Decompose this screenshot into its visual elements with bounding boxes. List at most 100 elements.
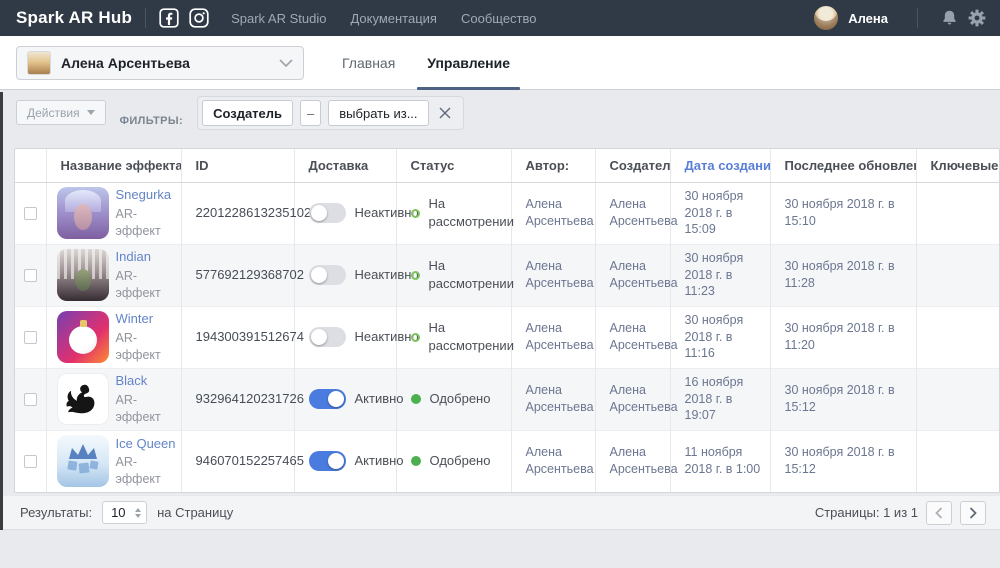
keywords-cell bbox=[916, 182, 1000, 244]
clear-filter-icon[interactable] bbox=[436, 104, 454, 122]
effect-name-link[interactable]: Snegurka bbox=[116, 186, 177, 204]
row-checkbox[interactable] bbox=[24, 269, 37, 282]
instagram-icon[interactable] bbox=[189, 8, 209, 28]
row-checkbox[interactable] bbox=[24, 455, 37, 468]
effects-table-card: Название эффекта ID Доставка Статус Авто… bbox=[14, 148, 1000, 493]
delivery-label: Активно bbox=[355, 390, 404, 408]
prev-page-button[interactable] bbox=[926, 501, 952, 525]
delivery-toggle[interactable] bbox=[309, 203, 346, 223]
status-label: На рассмотрении bbox=[429, 319, 514, 354]
header-delivery[interactable]: Доставка bbox=[294, 149, 396, 182]
updated-cell: 30 ноября 2018 г. в 11:20 bbox=[770, 306, 916, 368]
table-row: Indian AR-эффект 577692129368702 Неактив… bbox=[15, 244, 1000, 306]
tab-manage[interactable]: Управление bbox=[411, 36, 526, 90]
keywords-cell bbox=[916, 244, 1000, 306]
filter-field-chip[interactable]: Создатель bbox=[202, 100, 293, 126]
status-dot bbox=[411, 209, 420, 218]
created-cell: 30 ноября 2018 г. в 11:16 bbox=[670, 306, 770, 368]
delivery-toggle[interactable] bbox=[309, 327, 346, 347]
delivery-toggle[interactable] bbox=[309, 265, 346, 285]
effect-id: 194300391512674 bbox=[181, 306, 294, 368]
pagination-footer: Результаты: на Страницу Страницы: 1 из 1 bbox=[0, 496, 1000, 530]
effect-name-link[interactable]: Indian bbox=[116, 248, 177, 266]
filter-operator-chip[interactable]: – bbox=[300, 100, 321, 126]
header-creator[interactable]: Создатель bbox=[595, 149, 670, 182]
per-page-input[interactable] bbox=[111, 505, 129, 520]
header-created-date[interactable]: Дата создания bbox=[670, 149, 770, 182]
next-page-button[interactable] bbox=[960, 501, 986, 525]
effect-thumbnail bbox=[57, 373, 109, 425]
keywords-cell bbox=[916, 368, 1000, 430]
owner-avatar bbox=[27, 51, 51, 75]
header-checkbox-column bbox=[15, 149, 46, 182]
effect-type: AR-эффект bbox=[116, 392, 177, 426]
author-cell: Алена Арсентьева bbox=[511, 244, 595, 306]
updated-cell: 30 ноября 2018 г. в 15:12 bbox=[770, 368, 916, 430]
user-name[interactable]: Алена bbox=[848, 11, 888, 26]
delivery-label: Неактивно bbox=[355, 204, 419, 222]
app-title: Spark AR Hub bbox=[16, 8, 132, 28]
results-label: Результаты: bbox=[20, 505, 92, 520]
effect-type: AR-эффект bbox=[116, 206, 177, 240]
filter-chip-group: Создатель – выбрать из... bbox=[197, 96, 463, 130]
status-dot bbox=[411, 394, 421, 404]
delivery-label: Неактивно bbox=[355, 266, 419, 284]
delivery-toggle[interactable] bbox=[309, 389, 346, 409]
topbar-nav: Spark AR Studio Документация Сообщество bbox=[231, 11, 536, 26]
facebook-icon[interactable] bbox=[159, 8, 179, 28]
status-dot bbox=[411, 456, 421, 466]
effect-type: AR-эффект bbox=[116, 330, 177, 364]
topbar-divider bbox=[917, 8, 918, 28]
header-status[interactable]: Статус bbox=[396, 149, 511, 182]
filter-value-chip[interactable]: выбрать из... bbox=[328, 100, 428, 126]
status-dot bbox=[411, 333, 420, 342]
nav-community[interactable]: Сообщество bbox=[461, 11, 537, 26]
updated-cell: 30 ноября 2018 г. в 11:28 bbox=[770, 244, 916, 306]
actions-button-label: Действия bbox=[27, 106, 80, 120]
chevron-right-icon bbox=[969, 507, 977, 519]
chevron-down-icon bbox=[279, 59, 293, 67]
per-page-stepper[interactable] bbox=[135, 508, 141, 518]
effect-id: 2201228613235102 bbox=[181, 182, 294, 244]
per-page-control bbox=[102, 501, 147, 524]
nav-documentation[interactable]: Документация bbox=[350, 11, 437, 26]
header-effect-name[interactable]: Название эффекта bbox=[46, 149, 181, 182]
header-id[interactable]: ID bbox=[181, 149, 294, 182]
topbar-divider bbox=[145, 8, 146, 28]
filters-label: ФИЛЬТРЫ: bbox=[120, 115, 184, 127]
author-cell: Алена Арсентьева bbox=[511, 430, 595, 492]
creator-cell: Алена Арсентьева bbox=[595, 244, 670, 306]
header-last-update[interactable]: Последнее обновление bbox=[770, 149, 916, 182]
table-header-row: Название эффекта ID Доставка Статус Авто… bbox=[15, 149, 1000, 182]
header-author[interactable]: Автор: bbox=[511, 149, 595, 182]
owner-selector[interactable]: Алена Арсентьева bbox=[16, 46, 304, 80]
status-label: Одобрено bbox=[430, 390, 491, 408]
user-avatar[interactable] bbox=[814, 6, 838, 30]
per-page-suffix: на Страницу bbox=[157, 505, 233, 520]
row-checkbox[interactable] bbox=[24, 331, 37, 344]
effect-id: 932964120231726 bbox=[181, 368, 294, 430]
bell-icon[interactable] bbox=[941, 9, 958, 27]
actions-button[interactable]: Действия bbox=[16, 100, 106, 125]
tab-home[interactable]: Главная bbox=[326, 36, 411, 90]
topbar: Spark AR Hub Spark AR Studio Документаци… bbox=[0, 0, 1000, 36]
nav-spark-ar-studio[interactable]: Spark AR Studio bbox=[231, 11, 326, 26]
effect-name-link[interactable]: Winter bbox=[116, 310, 177, 328]
caret-down-icon bbox=[87, 110, 95, 115]
effect-type: AR-эффект bbox=[116, 268, 177, 302]
row-checkbox[interactable] bbox=[24, 207, 37, 220]
effect-id: 577692129368702 bbox=[181, 244, 294, 306]
tabs: Главная Управление bbox=[326, 36, 526, 90]
effect-name-link[interactable]: Black bbox=[116, 372, 177, 390]
effects-table: Название эффекта ID Доставка Статус Авто… bbox=[15, 149, 1000, 492]
status-label: На рассмотрении bbox=[429, 195, 514, 230]
row-checkbox[interactable] bbox=[24, 393, 37, 406]
keywords-cell bbox=[916, 430, 1000, 492]
gear-icon[interactable] bbox=[968, 9, 986, 27]
effect-name-link[interactable]: Ice Queen bbox=[116, 435, 177, 453]
delivery-toggle[interactable] bbox=[309, 451, 346, 471]
effect-thumbnail bbox=[57, 311, 109, 363]
header-keywords[interactable]: Ключевые слова bbox=[916, 149, 1000, 182]
created-cell: 30 ноября 2018 г. в 15:09 bbox=[670, 182, 770, 244]
delivery-label: Активно bbox=[355, 452, 404, 470]
